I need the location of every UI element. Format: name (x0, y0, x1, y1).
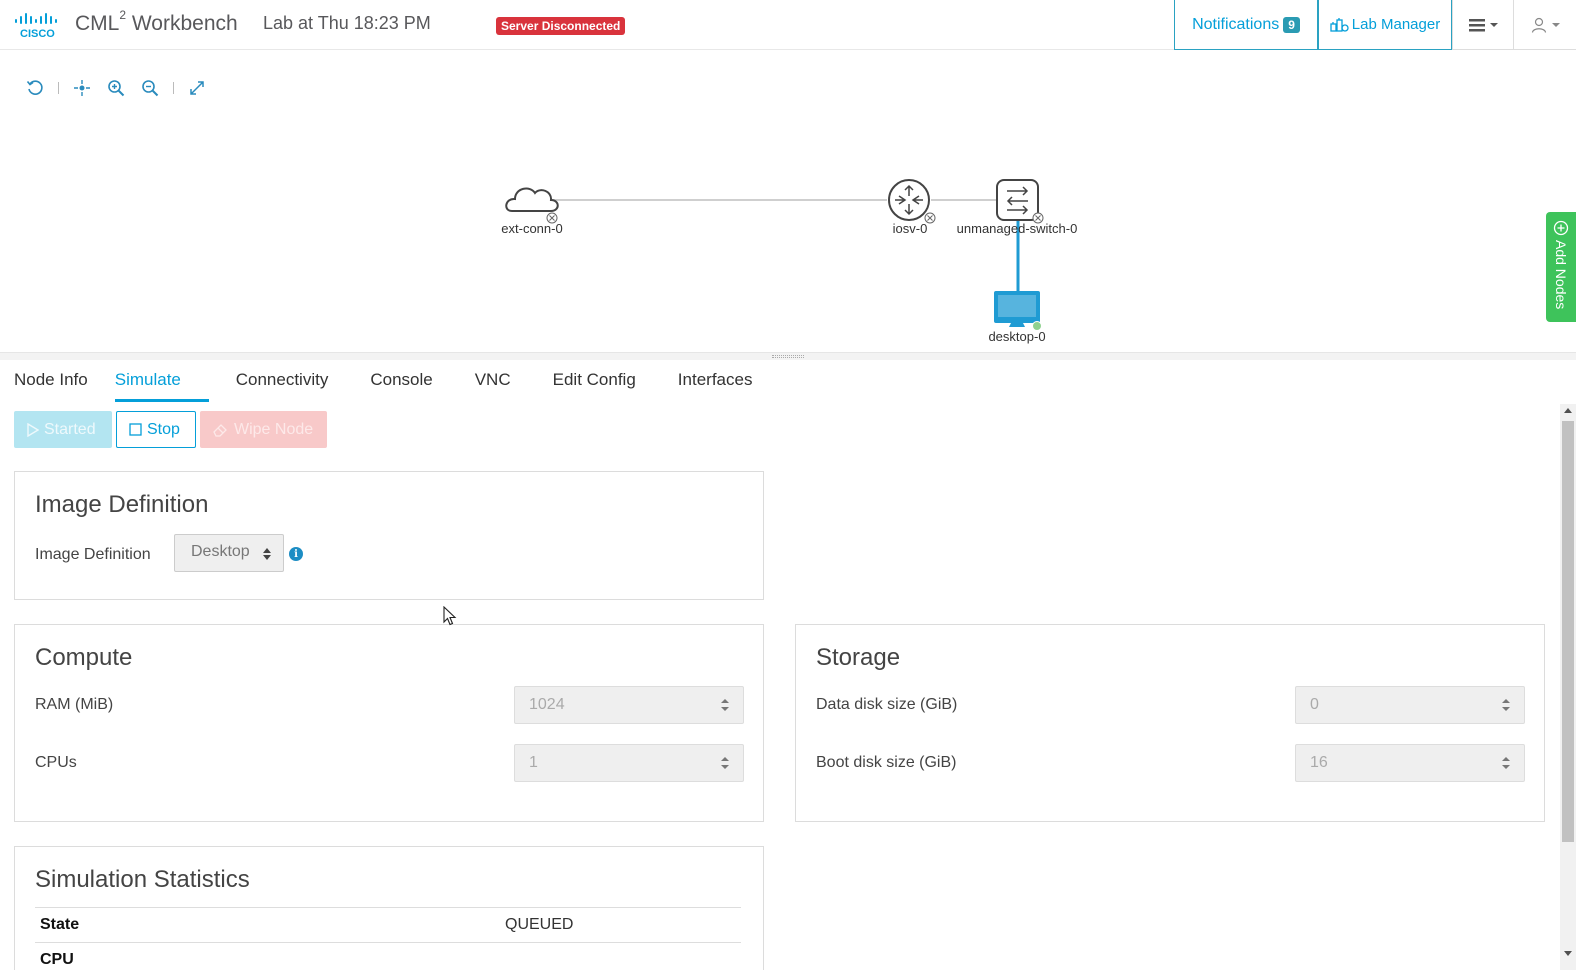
simulation-statistics-panel: Simulation Statistics State QUEUED CPU (14, 846, 764, 970)
data-disk-input[interactable]: 0 (1295, 686, 1525, 724)
started-button[interactable]: Started (14, 411, 112, 448)
chevron-down-icon (1551, 22, 1560, 27)
switch-icon (996, 179, 1039, 221)
app-title: CML2 Workbench (75, 8, 238, 35)
scrollbar-thumb[interactable] (1562, 421, 1574, 842)
topology-graph: ext-conn-0 iosv-0 unmanaged-switch-0 des… (501, 179, 1078, 344)
user-icon (1531, 17, 1546, 33)
stop-button[interactable]: Stop (116, 411, 196, 448)
stop-icon (129, 423, 142, 436)
plus-circle-icon (1553, 220, 1569, 236)
add-nodes-label: Add Nodes (1553, 240, 1569, 310)
spinner-icon[interactable] (1502, 755, 1510, 771)
main-menu-button[interactable] (1452, 0, 1514, 50)
field-label: Data disk size (GiB) (816, 696, 958, 713)
image-definition-panel: Image Definition Image Definition Deskto… (14, 471, 764, 600)
table-row: State QUEUED (35, 908, 741, 943)
topology-canvas[interactable]: ext-conn-0 iosv-0 unmanaged-switch-0 des… (0, 60, 1576, 352)
tab-node-info[interactable]: Node Info (14, 362, 88, 402)
storage-panel: Storage Data disk size (GiB) 0 Boot disk… (795, 624, 1545, 822)
spinner-icon[interactable] (721, 755, 729, 771)
input-value: 0 (1310, 696, 1319, 713)
panel-title: Simulation Statistics (35, 866, 250, 893)
panel-title: Compute (35, 644, 133, 671)
node-actions: Started Stop Wipe Node (14, 411, 327, 448)
field-label: CPUs (35, 754, 77, 771)
scroll-up-icon[interactable] (1564, 408, 1572, 413)
node-label: iosv-0 (893, 221, 928, 236)
lab-title: Lab at Thu 18:23 PM (263, 13, 431, 33)
cpus-input[interactable]: 1 (514, 744, 744, 782)
add-nodes-button[interactable]: Add Nodes (1546, 212, 1576, 322)
node-label: ext-conn-0 (501, 221, 562, 236)
play-icon (27, 422, 39, 437)
simulate-panel: Started Stop Wipe Node Image Definition … (0, 404, 1560, 970)
spinner-icon[interactable] (1502, 697, 1510, 713)
lab-manager-icon (1330, 17, 1349, 32)
ram-input[interactable]: 1024 (514, 686, 744, 724)
stop-label: Stop (147, 420, 180, 438)
notifications-count-badge: 9 (1283, 16, 1300, 33)
select-arrows-icon (263, 547, 271, 561)
panel-title: Storage (816, 644, 901, 671)
select-value: Desktop (191, 543, 250, 560)
statistics-table: State QUEUED CPU (35, 907, 741, 970)
input-value: 1024 (529, 696, 565, 713)
field-label: RAM (MiB) (35, 696, 114, 713)
input-value: 16 (1310, 754, 1328, 771)
hamburger-icon (1468, 18, 1485, 31)
tab-interfaces[interactable]: Interfaces (678, 362, 753, 402)
svg-text:CISCO: CISCO (20, 28, 55, 40)
stat-key: State (40, 916, 80, 933)
tab-simulate[interactable]: Simulate (114, 362, 209, 402)
cloud-icon (505, 187, 559, 212)
panel-title: Image Definition (35, 491, 209, 518)
started-label: Started (44, 420, 96, 438)
cisco-logo: CISCO (15, 13, 57, 40)
mouse-cursor-icon (443, 606, 457, 626)
notifications-label: Notifications (1192, 15, 1280, 33)
server-status-badge: Server Disconnected (496, 17, 626, 35)
grip-icon (772, 355, 804, 358)
lab-manager-button[interactable]: Lab Manager (1318, 0, 1452, 50)
user-menu-button[interactable] (1514, 0, 1576, 50)
info-icon[interactable]: i (289, 547, 303, 561)
node-unmanaged-switch-0[interactable]: unmanaged-switch-0 (957, 179, 1078, 236)
eraser-icon (213, 423, 227, 437)
node-label: desktop-0 (988, 329, 1045, 344)
tab-connectivity[interactable]: Connectivity (236, 362, 329, 402)
stat-key: CPU (40, 951, 74, 968)
node-label: unmanaged-switch-0 (957, 221, 1078, 236)
stat-value: QUEUED (505, 916, 574, 933)
input-value: 1 (529, 754, 538, 771)
top-navbar: CISCO CML2 Workbench Lab at Thu 18:23 PM… (0, 0, 1576, 50)
tab-edit-config[interactable]: Edit Config (553, 362, 636, 402)
table-row: CPU (35, 943, 741, 970)
node-ext-conn-0[interactable]: ext-conn-0 (501, 187, 563, 236)
chevron-down-icon (1489, 22, 1498, 27)
node-iosv-0[interactable]: iosv-0 (888, 179, 936, 236)
boot-disk-input[interactable]: 16 (1295, 744, 1525, 782)
notifications-button[interactable]: Notifications 9 (1174, 0, 1318, 50)
compute-panel: Compute RAM (MiB) 1024 CPUs 1 (14, 624, 764, 822)
scroll-down-icon[interactable] (1564, 951, 1572, 956)
lab-manager-label: Lab Manager (1351, 16, 1441, 33)
wipe-node-label: Wipe Node (234, 420, 314, 438)
node-desktop-0[interactable]: desktop-0 (988, 291, 1046, 344)
panel-resize-handle[interactable] (0, 352, 1576, 360)
spinner-icon[interactable] (721, 697, 729, 713)
node-tabs: Node Info Simulate Connectivity Console … (0, 362, 1560, 404)
field-label: Image Definition (35, 546, 151, 563)
image-definition-select[interactable]: Desktop (174, 534, 284, 572)
wipe-node-button[interactable]: Wipe Node (200, 411, 327, 448)
tab-vnc[interactable]: VNC (475, 362, 511, 402)
content-scrollbar[interactable] (1560, 404, 1576, 970)
field-label: Boot disk size (GiB) (816, 754, 957, 771)
tab-console[interactable]: Console (370, 362, 432, 402)
